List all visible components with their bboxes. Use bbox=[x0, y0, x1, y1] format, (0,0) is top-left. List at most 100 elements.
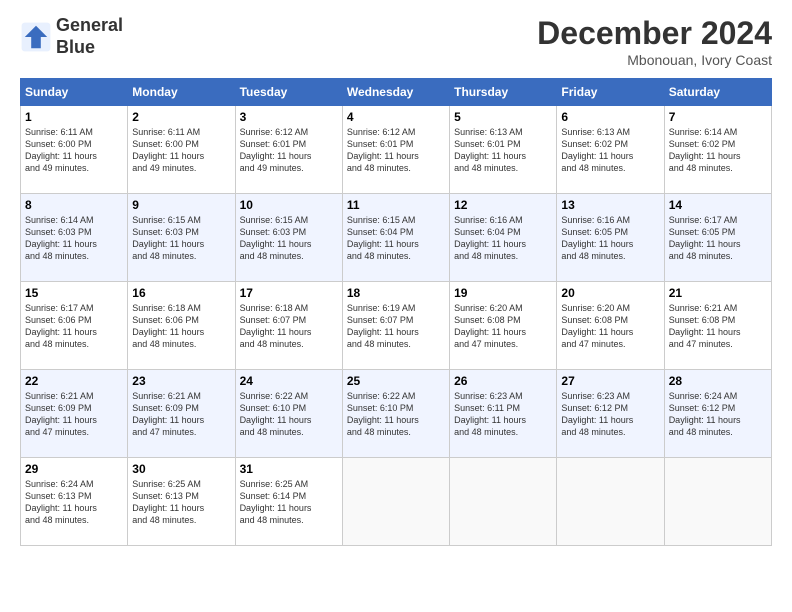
calendar-cell: 4Sunrise: 6:12 AM Sunset: 6:01 PM Daylig… bbox=[342, 106, 449, 194]
day-number: 5 bbox=[454, 110, 552, 124]
calendar-cell: 14 Sunrise: 6:17 AM Sunset: 6:05 PM Dayli… bbox=[664, 194, 771, 282]
calendar-cell bbox=[342, 458, 449, 546]
calendar-day-header: Friday bbox=[557, 79, 664, 106]
calendar-cell: 20Sunrise: 6:20 AM Sunset: 6:08 PM Dayli… bbox=[557, 282, 664, 370]
day-info: Sunrise: 6:24 AM Sunset: 6:13 PM Dayligh… bbox=[25, 478, 123, 527]
day-info: Sunrise: 6:17 AM Sunset: 6:05 PM Dayligh… bbox=[669, 214, 767, 263]
day-number: 3 bbox=[240, 110, 338, 124]
logo: General Blue bbox=[20, 15, 123, 58]
calendar-week-row: 15Sunrise: 6:17 AM Sunset: 6:06 PM Dayli… bbox=[21, 282, 772, 370]
calendar-cell bbox=[450, 458, 557, 546]
day-info: Sunrise: 6:24 AM Sunset: 6:12 PM Dayligh… bbox=[669, 390, 767, 439]
title-area: December 2024 Mbonouan, Ivory Coast bbox=[537, 15, 772, 68]
calendar-day-header: Wednesday bbox=[342, 79, 449, 106]
day-number: 29 bbox=[25, 462, 123, 476]
day-number: 10 bbox=[240, 198, 338, 212]
calendar-cell: 22Sunrise: 6:21 AM Sunset: 6:09 PM Dayli… bbox=[21, 370, 128, 458]
day-info: Sunrise: 6:18 AM Sunset: 6:06 PM Dayligh… bbox=[132, 302, 230, 351]
day-info: Sunrise: 6:21 AM Sunset: 6:09 PM Dayligh… bbox=[132, 390, 230, 439]
day-info: Sunrise: 6:20 AM Sunset: 6:08 PM Dayligh… bbox=[454, 302, 552, 351]
calendar-cell: 28 Sunrise: 6:24 AM Sunset: 6:12 PM Dayli… bbox=[664, 370, 771, 458]
day-info: Sunrise: 6:16 AM Sunset: 6:04 PM Dayligh… bbox=[454, 214, 552, 263]
day-info: Sunrise: 6:22 AM Sunset: 6:10 PM Dayligh… bbox=[347, 390, 445, 439]
day-info: Sunrise: 6:23 AM Sunset: 6:11 PM Dayligh… bbox=[454, 390, 552, 439]
day-number: 1 bbox=[25, 110, 123, 124]
day-number: 26 bbox=[454, 374, 552, 388]
day-number: 16 bbox=[132, 286, 230, 300]
calendar-cell: 6 Sunrise: 6:13 AM Sunset: 6:02 PM Daylig… bbox=[557, 106, 664, 194]
day-number: 8 bbox=[25, 198, 123, 212]
calendar-cell: 23 Sunrise: 6:21 AM Sunset: 6:09 PM Dayli… bbox=[128, 370, 235, 458]
calendar-cell: 17 Sunrise: 6:18 AM Sunset: 6:07 PM Dayli… bbox=[235, 282, 342, 370]
logo-text: General Blue bbox=[56, 15, 123, 58]
calendar-cell bbox=[557, 458, 664, 546]
day-info: Sunrise: 6:12 AM Sunset: 6:01 PM Dayligh… bbox=[347, 126, 445, 175]
calendar-cell: 7Sunrise: 6:14 AM Sunset: 6:02 PM Daylig… bbox=[664, 106, 771, 194]
calendar-header-row: SundayMondayTuesdayWednesdayThursdayFrid… bbox=[21, 79, 772, 106]
day-number: 31 bbox=[240, 462, 338, 476]
calendar-cell: 19 Sunrise: 6:20 AM Sunset: 6:08 PM Dayli… bbox=[450, 282, 557, 370]
day-number: 27 bbox=[561, 374, 659, 388]
day-number: 28 bbox=[669, 374, 767, 388]
calendar-cell: 8Sunrise: 6:14 AM Sunset: 6:03 PM Daylig… bbox=[21, 194, 128, 282]
calendar-table: SundayMondayTuesdayWednesdayThursdayFrid… bbox=[20, 78, 772, 546]
day-info: Sunrise: 6:25 AM Sunset: 6:14 PM Dayligh… bbox=[240, 478, 338, 527]
calendar-cell: 29 Sunrise: 6:24 AM Sunset: 6:13 PM Dayli… bbox=[21, 458, 128, 546]
day-number: 25 bbox=[347, 374, 445, 388]
day-number: 18 bbox=[347, 286, 445, 300]
logo-icon bbox=[20, 21, 52, 53]
logo-line1: General bbox=[56, 15, 123, 37]
day-info: Sunrise: 6:25 AM Sunset: 6:13 PM Dayligh… bbox=[132, 478, 230, 527]
calendar-week-row: 8Sunrise: 6:14 AM Sunset: 6:03 PM Daylig… bbox=[21, 194, 772, 282]
day-info: Sunrise: 6:11 AM Sunset: 6:00 PM Dayligh… bbox=[132, 126, 230, 175]
day-info: Sunrise: 6:20 AM Sunset: 6:08 PM Dayligh… bbox=[561, 302, 659, 351]
calendar-day-header: Saturday bbox=[664, 79, 771, 106]
calendar-cell: 18 Sunrise: 6:19 AM Sunset: 6:07 PM Dayli… bbox=[342, 282, 449, 370]
day-info: Sunrise: 6:21 AM Sunset: 6:08 PM Dayligh… bbox=[669, 302, 767, 351]
day-info: Sunrise: 6:15 AM Sunset: 6:03 PM Dayligh… bbox=[240, 214, 338, 263]
calendar-cell: 9Sunrise: 6:15 AM Sunset: 6:03 PM Daylig… bbox=[128, 194, 235, 282]
header: General Blue December 2024 Mbonouan, Ivo… bbox=[20, 15, 772, 68]
calendar-cell: 24Sunrise: 6:22 AM Sunset: 6:10 PM Dayli… bbox=[235, 370, 342, 458]
calendar-cell: 2 Sunrise: 6:11 AM Sunset: 6:00 PM Daylig… bbox=[128, 106, 235, 194]
day-number: 21 bbox=[669, 286, 767, 300]
day-number: 30 bbox=[132, 462, 230, 476]
location: Mbonouan, Ivory Coast bbox=[537, 52, 772, 68]
day-info: Sunrise: 6:15 AM Sunset: 6:04 PM Dayligh… bbox=[347, 214, 445, 263]
calendar-cell bbox=[664, 458, 771, 546]
day-info: Sunrise: 6:13 AM Sunset: 6:01 PM Dayligh… bbox=[454, 126, 552, 175]
page: General Blue December 2024 Mbonouan, Ivo… bbox=[0, 0, 792, 612]
day-info: Sunrise: 6:13 AM Sunset: 6:02 PM Dayligh… bbox=[561, 126, 659, 175]
calendar-week-row: 1 Sunrise: 6:11 AM Sunset: 6:00 PM Daylig… bbox=[21, 106, 772, 194]
day-number: 22 bbox=[25, 374, 123, 388]
calendar-cell: 10 Sunrise: 6:15 AM Sunset: 6:03 PM Dayli… bbox=[235, 194, 342, 282]
day-number: 9 bbox=[132, 198, 230, 212]
day-info: Sunrise: 6:11 AM Sunset: 6:00 PM Dayligh… bbox=[25, 126, 123, 175]
calendar-cell: 25 Sunrise: 6:22 AM Sunset: 6:10 PM Dayli… bbox=[342, 370, 449, 458]
day-number: 14 bbox=[669, 198, 767, 212]
calendar-cell: 15Sunrise: 6:17 AM Sunset: 6:06 PM Dayli… bbox=[21, 282, 128, 370]
calendar-cell: 16 Sunrise: 6:18 AM Sunset: 6:06 PM Dayli… bbox=[128, 282, 235, 370]
calendar-week-row: 29 Sunrise: 6:24 AM Sunset: 6:13 PM Dayli… bbox=[21, 458, 772, 546]
calendar-day-header: Sunday bbox=[21, 79, 128, 106]
calendar-cell: 13Sunrise: 6:16 AM Sunset: 6:05 PM Dayli… bbox=[557, 194, 664, 282]
day-number: 2 bbox=[132, 110, 230, 124]
day-info: Sunrise: 6:12 AM Sunset: 6:01 PM Dayligh… bbox=[240, 126, 338, 175]
day-number: 6 bbox=[561, 110, 659, 124]
calendar-day-header: Thursday bbox=[450, 79, 557, 106]
day-info: Sunrise: 6:19 AM Sunset: 6:07 PM Dayligh… bbox=[347, 302, 445, 351]
calendar-cell: 27 Sunrise: 6:23 AM Sunset: 6:12 PM Dayli… bbox=[557, 370, 664, 458]
month-title: December 2024 bbox=[537, 15, 772, 52]
calendar-cell: 11 Sunrise: 6:15 AM Sunset: 6:04 PM Dayli… bbox=[342, 194, 449, 282]
day-number: 17 bbox=[240, 286, 338, 300]
day-number: 12 bbox=[454, 198, 552, 212]
day-info: Sunrise: 6:22 AM Sunset: 6:10 PM Dayligh… bbox=[240, 390, 338, 439]
day-number: 23 bbox=[132, 374, 230, 388]
calendar-cell: 30 Sunrise: 6:25 AM Sunset: 6:13 PM Dayli… bbox=[128, 458, 235, 546]
day-info: Sunrise: 6:23 AM Sunset: 6:12 PM Dayligh… bbox=[561, 390, 659, 439]
calendar-day-header: Monday bbox=[128, 79, 235, 106]
day-number: 11 bbox=[347, 198, 445, 212]
day-number: 19 bbox=[454, 286, 552, 300]
day-info: Sunrise: 6:18 AM Sunset: 6:07 PM Dayligh… bbox=[240, 302, 338, 351]
day-info: Sunrise: 6:16 AM Sunset: 6:05 PM Dayligh… bbox=[561, 214, 659, 263]
